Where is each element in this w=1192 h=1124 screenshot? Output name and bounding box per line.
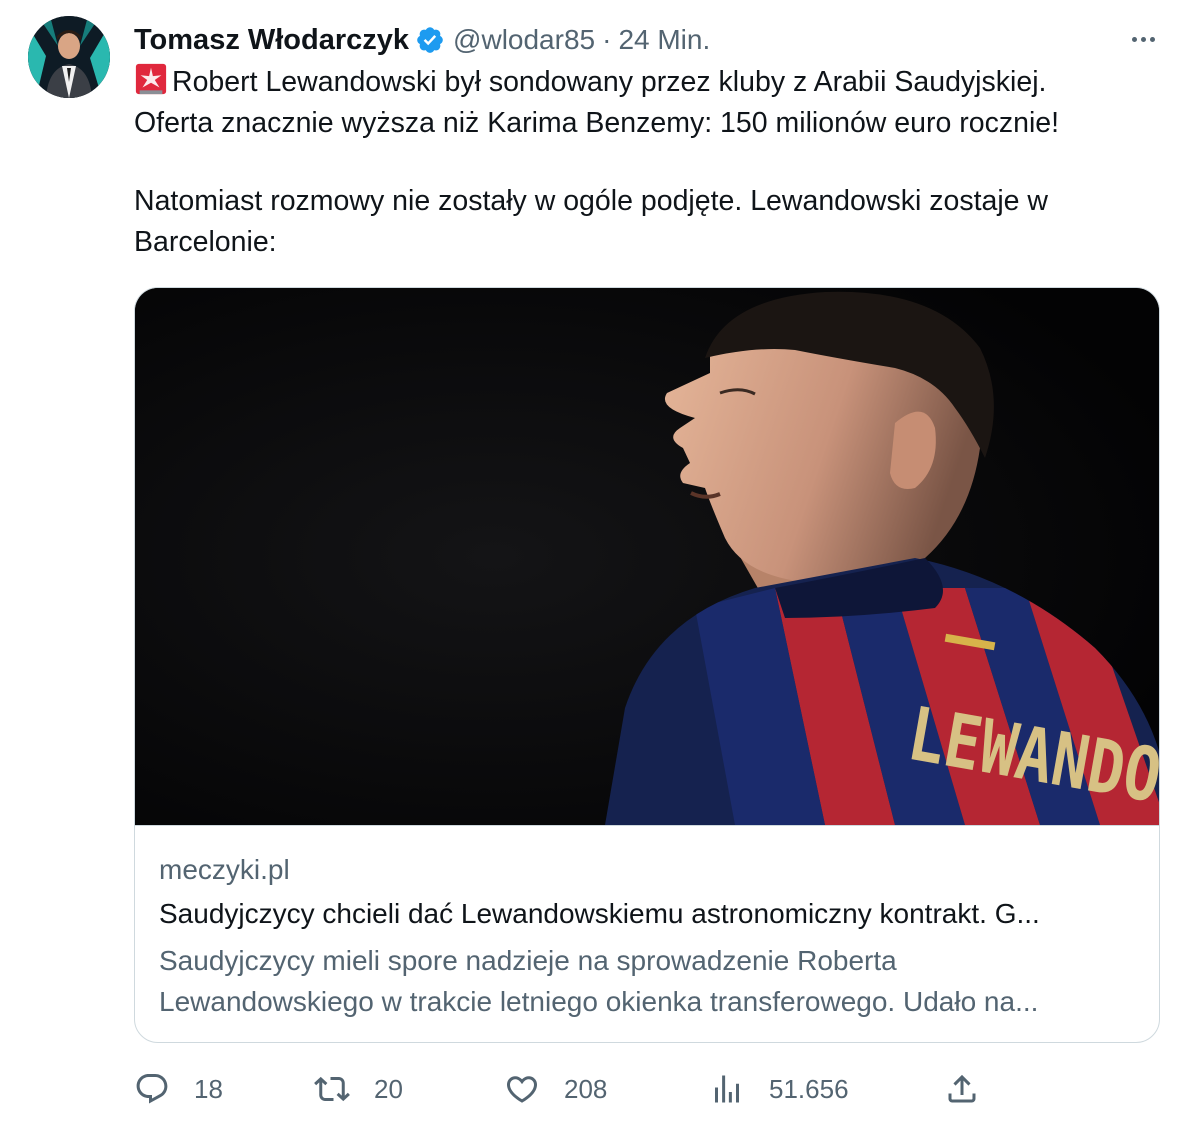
tweet-timestamp[interactable]: 24 Min. bbox=[618, 24, 710, 56]
reply-count: 18 bbox=[194, 1073, 223, 1104]
author-handle[interactable]: @wlodar85 bbox=[453, 24, 595, 56]
share-icon bbox=[948, 1074, 976, 1103]
tweet-actions: 18 20 208 51.656 bbox=[134, 1066, 994, 1112]
retweet-button[interactable]: 20 bbox=[314, 1066, 403, 1112]
like-count: 208 bbox=[564, 1073, 608, 1104]
views-count: 51.656 bbox=[769, 1073, 849, 1104]
tweet-text-line-1: Robert Lewandowski był sondowany przez k… bbox=[172, 66, 1047, 98]
tweet-text-line-4: Barcelonie: bbox=[134, 226, 277, 258]
tweet-text-line-2: Oferta znacznie wyższa niż Karima Benzem… bbox=[134, 107, 1060, 139]
avatar[interactable] bbox=[28, 16, 110, 98]
player-photo: LEWANDOWSKI bbox=[135, 288, 1159, 825]
card-title: Saudyjczycy chcieli dać Lewandowskiemu a… bbox=[159, 898, 1040, 929]
card-description: Saudyjczycy mieli spore nadzieje na spro… bbox=[159, 940, 1139, 1022]
verified-badge-icon bbox=[417, 27, 443, 53]
link-preview-card[interactable]: LEWANDOWSKI meczyki.pl Saudyjczycy chcie… bbox=[134, 287, 1160, 1043]
more-dot bbox=[1149, 36, 1155, 42]
views-button[interactable]: 51.656 bbox=[709, 1066, 849, 1112]
like-button[interactable]: 208 bbox=[504, 1066, 607, 1112]
share-button[interactable] bbox=[944, 1066, 980, 1112]
avatar-image bbox=[28, 16, 110, 98]
retweet-count: 20 bbox=[374, 1073, 403, 1104]
reply-icon bbox=[136, 1074, 168, 1104]
tweet-text-line-3: Natomiast rozmowy nie zostały w ogóle po… bbox=[134, 185, 1049, 217]
card-description-line-2: Lewandowskiego w trakcie letniego okienk… bbox=[159, 986, 1039, 1017]
more-options-button[interactable] bbox=[1128, 24, 1158, 54]
more-dot bbox=[1131, 36, 1137, 42]
tweet: Tomasz Włodarczyk @wlodar85 · 24 Min. Ro… bbox=[0, 0, 1192, 1124]
card-domain: meczyki.pl bbox=[159, 854, 290, 885]
card-description-line-1: Saudyjczycy mieli spore nadzieje na spro… bbox=[159, 945, 897, 976]
heart-icon bbox=[506, 1076, 538, 1103]
tweet-header: Tomasz Włodarczyk @wlodar85 · 24 Min. bbox=[134, 20, 710, 60]
retweet-icon bbox=[314, 1076, 350, 1102]
author-name[interactable]: Tomasz Włodarczyk bbox=[134, 24, 409, 57]
card-divider bbox=[135, 825, 1159, 826]
views-chart-icon bbox=[715, 1075, 739, 1103]
more-dot bbox=[1140, 36, 1146, 42]
separator-dot: · bbox=[602, 24, 612, 55]
tweet-text: Robert Lewandowski był sondowany przez k… bbox=[134, 62, 1144, 263]
card-image: LEWANDOWSKI bbox=[135, 288, 1159, 825]
reply-button[interactable]: 18 bbox=[134, 1066, 223, 1112]
rotating-light-icon bbox=[135, 63, 167, 95]
